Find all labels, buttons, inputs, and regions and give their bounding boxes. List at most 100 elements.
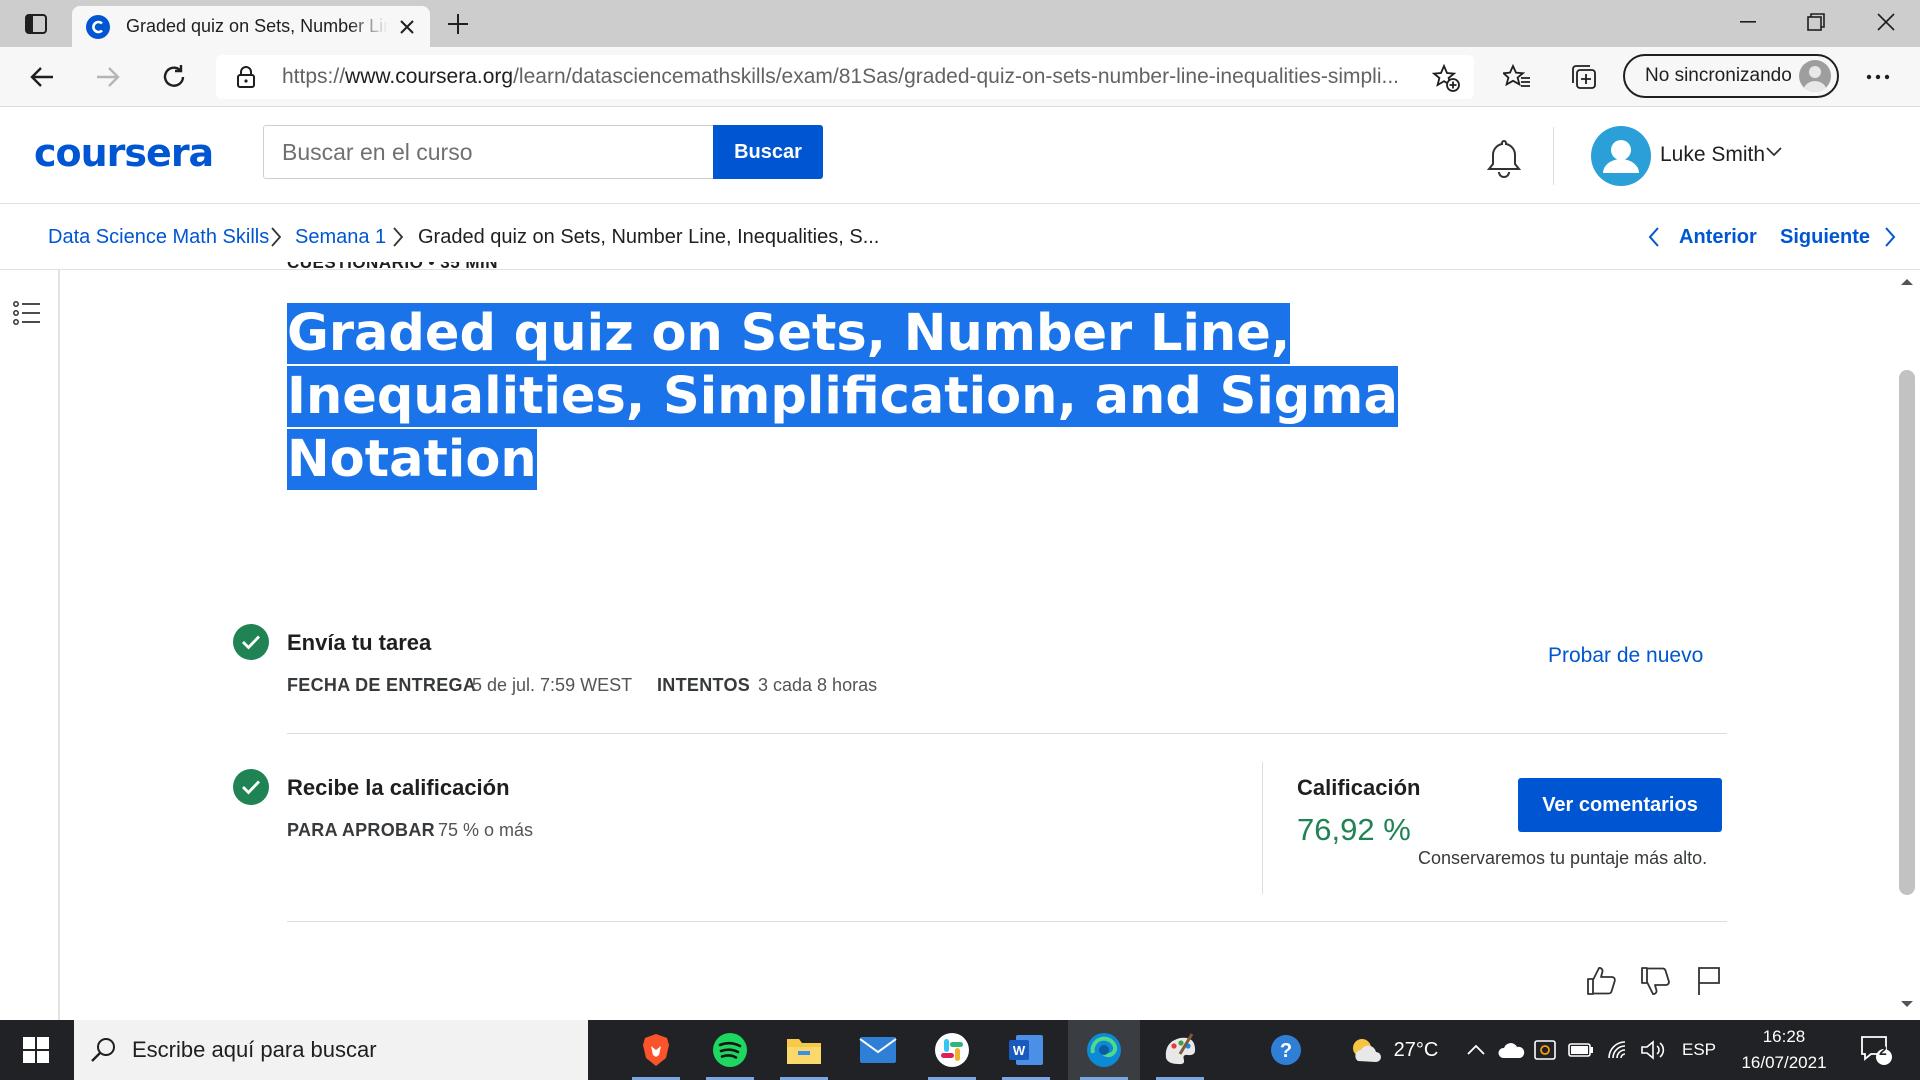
attempts-value: 3 cada 8 horas — [758, 675, 878, 695]
thumbs-up-icon[interactable] — [1583, 963, 1619, 999]
help-icon[interactable]: ? — [1262, 1020, 1310, 1080]
clock-time: 16:28 — [1762, 1027, 1806, 1046]
add-favorite-icon[interactable] — [1432, 64, 1460, 92]
notification-count: 2 — [1879, 1042, 1887, 1058]
more-menu-icon[interactable] — [1858, 57, 1898, 97]
collections-icon[interactable] — [1564, 57, 1604, 97]
minimize-icon[interactable] — [1714, 0, 1782, 44]
battery-icon[interactable] — [1566, 1020, 1596, 1080]
url-text: https://www.coursera.org/learn/datascien… — [282, 65, 1412, 89]
browser-tab-bar: Graded quiz on Sets, Number Line, Inequa… — [0, 0, 1920, 47]
file-explorer-icon[interactable] — [768, 1020, 840, 1080]
next-link[interactable]: Siguiente — [1780, 226, 1870, 249]
close-tab-icon[interactable] — [396, 16, 418, 38]
previous-link[interactable]: Anterior — [1679, 226, 1757, 249]
sync-label: No sincronizando — [1645, 65, 1792, 86]
tab-actions-icon[interactable] — [14, 9, 58, 39]
notifications-icon[interactable]: 2 — [1852, 1020, 1900, 1080]
temperature[interactable]: 27°C — [1390, 1020, 1442, 1080]
chevron-up-icon[interactable] — [1464, 1020, 1488, 1080]
quiz-eyebrow: CUESTIONARIO • 35 MIN — [287, 262, 498, 274]
chevron-down-icon[interactable] — [1766, 147, 1782, 157]
close-window-icon[interactable] — [1852, 0, 1920, 44]
chevron-left-icon[interactable] — [1648, 226, 1660, 248]
taskbar-search-box[interactable]: Escribe aquí para buscar — [74, 1020, 588, 1080]
scrollbar-thumb[interactable] — [1899, 370, 1915, 895]
breadcrumb: Data Science Math Skills Semana 1 Graded… — [0, 204, 1920, 270]
lock-icon[interactable] — [236, 65, 256, 89]
notifications-bell-icon[interactable] — [1484, 137, 1524, 179]
user-name[interactable]: Luke Smith — [1660, 143, 1765, 167]
thumbs-down-icon[interactable] — [1637, 963, 1673, 999]
back-arrow-icon[interactable] — [22, 57, 62, 97]
refresh-icon[interactable] — [154, 57, 194, 97]
scroll-down-icon[interactable] — [1900, 1000, 1914, 1008]
windows-start-icon[interactable] — [0, 1020, 72, 1080]
chevron-right-icon — [270, 226, 282, 248]
tab-title: Graded quiz on Sets, Number Line, Inequa… — [126, 16, 388, 36]
coursera-favicon-icon — [86, 14, 110, 39]
mail-icon[interactable] — [842, 1020, 914, 1080]
url-host: www.coursera.org — [345, 65, 514, 88]
clock-date: 16/07/2021 — [1741, 1053, 1827, 1072]
taskbar-search-placeholder: Escribe aquí para buscar — [132, 1037, 377, 1062]
taskbar-clock[interactable]: 16:28 16/07/2021 — [1736, 1024, 1832, 1076]
section-divider — [287, 921, 1727, 922]
grade-step-title: Recibe la calificación — [287, 775, 510, 800]
wifi-icon[interactable] — [1604, 1020, 1634, 1080]
brave-browser-icon[interactable] — [620, 1020, 692, 1080]
flag-icon[interactable] — [1691, 963, 1727, 999]
new-tab-icon[interactable] — [442, 8, 474, 40]
grade-value: 76,92 % — [1297, 812, 1411, 847]
pass-value: 75 % o más — [438, 820, 534, 840]
edge-browser-icon[interactable] — [1068, 1020, 1140, 1080]
check-circle-icon — [233, 769, 269, 805]
coursera-logo[interactable]: coursera — [34, 131, 214, 175]
url-prefix: https:// — [282, 65, 346, 88]
due-date-value: 5 de jul. 7:59 WEST — [472, 675, 633, 695]
site-header: coursera Buscar en el curso Buscar Luke … — [0, 107, 1920, 204]
input-language[interactable]: ESP — [1678, 1020, 1720, 1080]
view-feedback-button[interactable]: Ver comentarios — [1518, 778, 1722, 832]
breadcrumb-current: Graded quiz on Sets, Number Line, Inequa… — [418, 226, 880, 248]
address-bar[interactable]: https://www.coursera.org/learn/datascien… — [216, 55, 1474, 99]
onedrive-cloud-icon[interactable] — [1496, 1020, 1526, 1080]
browser-tab-active[interactable]: Graded quiz on Sets, Number Line, Inequa… — [72, 6, 430, 47]
chevron-right-icon — [392, 226, 404, 248]
profile-sync-button[interactable]: No sincronizando — [1623, 54, 1839, 98]
svg-text:W: W — [1013, 1043, 1026, 1058]
section-divider — [287, 733, 1727, 734]
quiz-eyebrow-text: CUESTIONARIO • 35 MIN — [287, 262, 499, 272]
word-icon[interactable]: W — [990, 1020, 1062, 1080]
browser-toolbar: https://www.coursera.org/learn/datascien… — [0, 47, 1920, 107]
sync-status-icon[interactable] — [1530, 1020, 1560, 1080]
page-scrollbar[interactable] — [1894, 270, 1920, 1020]
slack-icon[interactable] — [916, 1020, 988, 1080]
scroll-up-icon[interactable] — [1900, 278, 1914, 286]
retry-link[interactable]: Probar de nuevo — [1548, 644, 1703, 668]
breadcrumb-week[interactable]: Semana 1 — [295, 226, 386, 249]
search-button[interactable]: Buscar — [713, 125, 823, 179]
course-search-input[interactable]: Buscar en el curso — [263, 125, 713, 179]
grade-label: Calificación — [1297, 775, 1421, 800]
chevron-right-icon[interactable] — [1884, 226, 1896, 248]
submit-step-title: Envía tu tarea — [287, 630, 432, 655]
forward-arrow-icon[interactable] — [88, 57, 128, 97]
search-icon — [90, 1036, 118, 1064]
restore-icon[interactable] — [1782, 0, 1850, 44]
volume-icon[interactable] — [1638, 1020, 1668, 1080]
grade-note: Conservaremos tu puntaje más alto. — [1418, 848, 1708, 868]
windows-taskbar: Escribe aquí para buscar W ? 27°C ESP 16… — [0, 1020, 1920, 1080]
due-date-label: FECHA DE ENTREGA — [287, 675, 477, 695]
url-path: /learn/datasciencemathskills/exam/81Sas/… — [513, 65, 1399, 88]
svg-text:?: ? — [1280, 1040, 1292, 1062]
table-of-contents-icon[interactable] — [12, 298, 44, 330]
favorites-icon[interactable] — [1497, 57, 1537, 97]
paint-icon[interactable] — [1144, 1020, 1216, 1080]
spotify-icon[interactable] — [694, 1020, 766, 1080]
check-circle-icon — [233, 624, 269, 660]
breadcrumb-course[interactable]: Data Science Math Skills — [48, 226, 269, 249]
left-rail — [0, 270, 60, 1020]
user-avatar[interactable] — [1591, 126, 1651, 186]
weather-icon[interactable] — [1346, 1020, 1386, 1080]
